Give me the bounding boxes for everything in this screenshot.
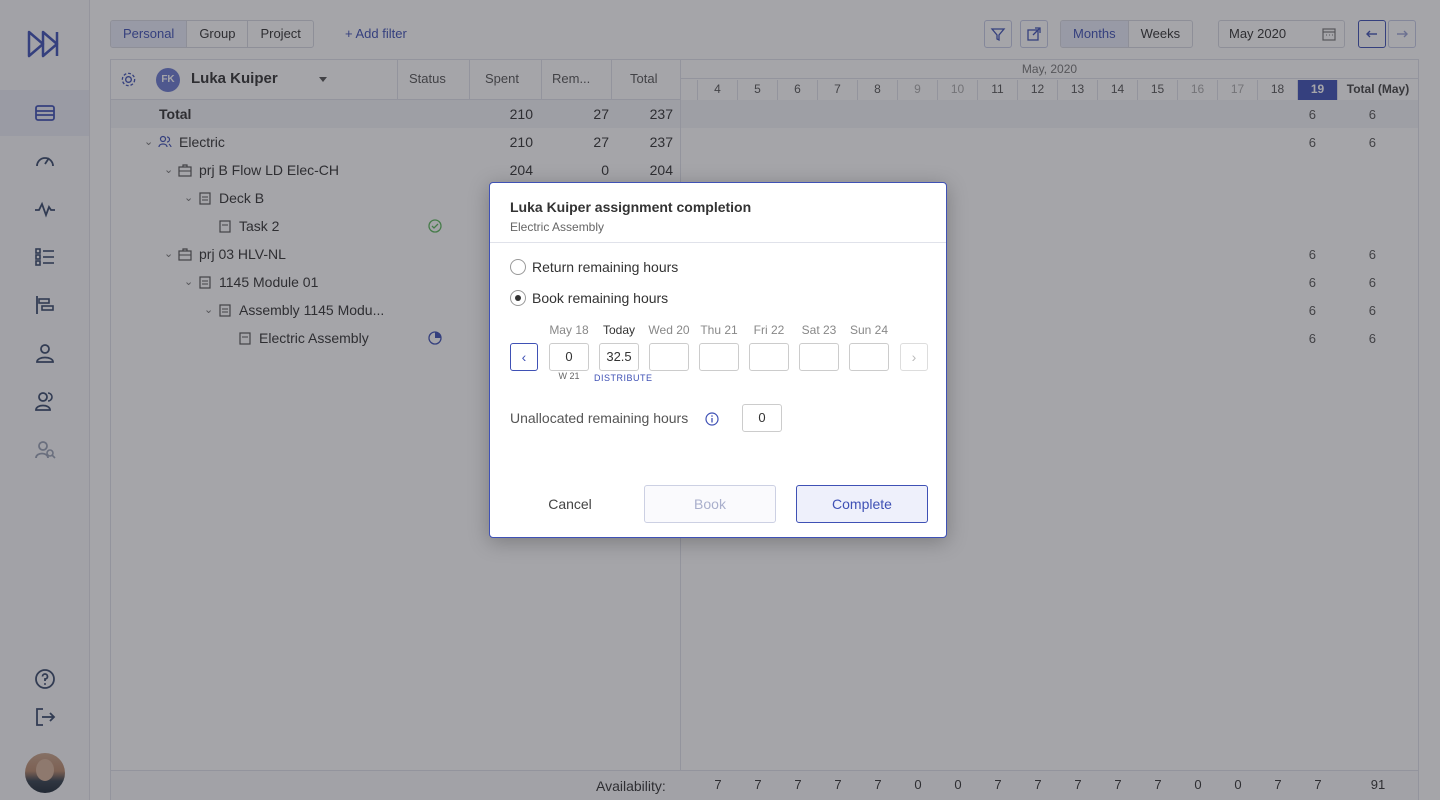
return-remaining-label: Return remaining hours <box>532 259 679 275</box>
week-label: W 21 <box>558 371 580 381</box>
dialog-subtitle: Electric Assembly <box>510 220 605 234</box>
day-label: Sun 24 <box>849 323 889 337</box>
day-label: Thu 21 <box>700 323 738 337</box>
day-hours-input[interactable] <box>849 343 889 371</box>
day-hours-input[interactable]: 32.5 <box>599 343 639 371</box>
day-label: May 18 <box>549 323 589 337</box>
day-hours-input[interactable] <box>649 343 689 371</box>
assignment-completion-dialog: Luka Kuiper assignment completion Electr… <box>489 182 947 538</box>
unallocated-label: Unallocated remaining hours <box>510 410 689 426</box>
book-button[interactable]: Book <box>644 485 776 523</box>
radio-return[interactable] <box>510 259 526 275</box>
info-icon[interactable] <box>705 412 719 426</box>
day-hours-input[interactable] <box>699 343 739 371</box>
book-remaining-label: Book remaining hours <box>532 290 669 306</box>
day-hours-input[interactable] <box>799 343 839 371</box>
day-label: Wed 20 <box>648 323 690 337</box>
chevron-right-icon: › <box>911 349 917 365</box>
day-hours-input[interactable] <box>749 343 789 371</box>
cancel-button[interactable]: Cancel <box>530 485 610 523</box>
day-label: Sat 23 <box>801 323 837 337</box>
radio-book[interactable] <box>510 290 526 306</box>
unallocated-input[interactable]: 0 <box>742 404 782 432</box>
day-label: Today <box>602 323 636 337</box>
prev-days-button[interactable]: ‹ <box>510 343 538 371</box>
chevron-left-icon: ‹ <box>521 349 527 365</box>
day-label: Fri 22 <box>753 323 785 337</box>
return-remaining-option[interactable]: Return remaining hours <box>510 259 678 275</box>
distribute-link[interactable]: DISTRIBUTE <box>594 373 653 383</box>
book-remaining-option[interactable]: Book remaining hours <box>510 290 668 306</box>
complete-button[interactable]: Complete <box>796 485 928 523</box>
dialog-title: Luka Kuiper assignment completion <box>510 199 752 215</box>
day-hours-input[interactable]: 0 <box>549 343 589 371</box>
next-days-button[interactable]: › <box>900 343 928 371</box>
